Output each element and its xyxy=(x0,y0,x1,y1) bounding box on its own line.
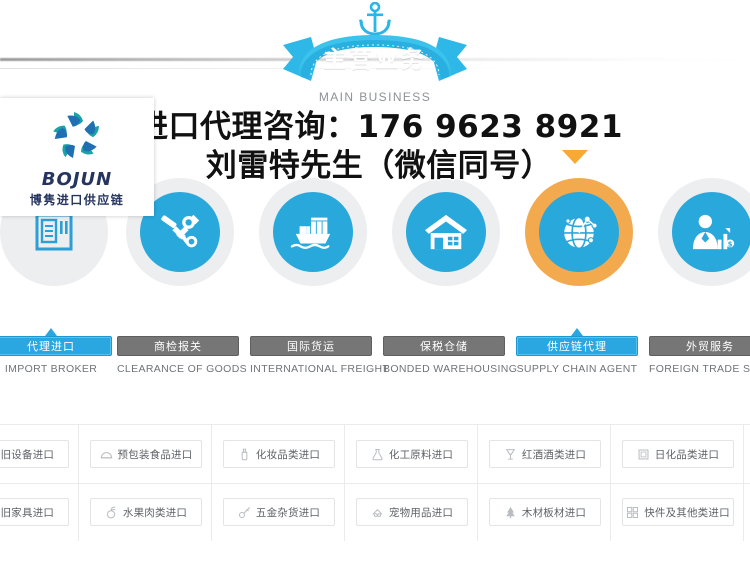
grid-item-prepackaged-food-import[interactable]: 预包装食品进口 xyxy=(90,440,202,468)
grid-item-label: 快件及其他类进口 xyxy=(644,506,730,519)
svg-text:$: $ xyxy=(728,241,733,249)
ribbon-title: 主营业务 xyxy=(323,47,427,73)
grid-item-furniture-import[interactable]: 新旧家具进口 xyxy=(0,498,69,526)
tab-label: 供应链代理 xyxy=(547,340,607,353)
grid-item-label: 新旧家具进口 xyxy=(0,506,55,519)
grid-item-label: 木材板材进口 xyxy=(521,506,587,519)
warehouse-house-icon xyxy=(406,192,486,272)
logo-wordmark: BOJUN xyxy=(41,169,113,190)
tab-caret-icon xyxy=(45,328,57,336)
grid-item-label: 红酒酒类进口 xyxy=(521,448,587,461)
grid-item-equipment-import[interactable]: 新旧设备进口 xyxy=(0,440,69,468)
grid-item-chemical-raw-material-import[interactable]: 化工原料进口 xyxy=(356,440,468,468)
grid-item-label: 预包装食品进口 xyxy=(117,448,193,461)
grid-item-pet-supplies-import[interactable]: 宠物用品进口 xyxy=(356,498,468,526)
ribbon-banner: 主营业务 xyxy=(281,33,469,85)
bojun-pinwheel-logo-icon xyxy=(46,108,108,166)
tab-label-en: IMPORT BROKER xyxy=(4,363,98,375)
bojun-logo-card: BOJUN 博隽进口供应链 xyxy=(0,98,154,216)
fruit-meat-icon xyxy=(105,506,118,519)
grid-item-label: 化妆品类进口 xyxy=(255,448,321,461)
tab-foreign-trade-service[interactable]: 外贸服务 FOREIGN TRADE SERVICE xyxy=(649,336,750,375)
tab-chip[interactable]: 外贸服务 xyxy=(649,336,750,356)
logo-chinese-name: 博隽进口供应链 xyxy=(29,193,125,207)
grid-item-wine-import[interactable]: 红酒酒类进口 xyxy=(489,440,601,468)
grid-column: 预包装食品进口 水果肉类进口 xyxy=(79,425,212,541)
page-root: 主营业务 MAIN BUSINESS $ 代理进口 IMPORT BROKER … xyxy=(0,0,750,562)
service-circle-freight[interactable] xyxy=(259,178,367,286)
food-package-icon xyxy=(100,448,113,461)
daily-chemical-icon xyxy=(637,448,650,461)
tab-clearance-of-goods[interactable]: 商检报关 CLEARANCE OF GOODS xyxy=(117,336,247,375)
businessman-chart-icon: $ xyxy=(672,192,750,272)
tab-chip[interactable]: 代理进口 xyxy=(0,336,112,356)
grid-item-label: 宠物用品进口 xyxy=(388,506,454,519)
hardware-wrench-icon xyxy=(238,506,251,519)
tab-international-freight[interactable]: 国际货运 INTERNATIONAL FREIGHT xyxy=(250,336,390,375)
cosmetics-bottle-icon xyxy=(238,448,251,461)
tree-wood-icon xyxy=(504,506,517,519)
tab-caret-icon xyxy=(571,328,583,336)
grid-column: 红酒酒类进口 木材板材进口 xyxy=(478,425,611,541)
service-circle-foreign-trade[interactable]: $ xyxy=(658,178,750,286)
grid-column: 化工原料进口 宠物用品进口 xyxy=(345,425,478,541)
tab-label-en: FOREIGN TRADE SERVICE xyxy=(649,363,750,375)
tab-chip[interactable]: 商检报关 xyxy=(117,336,239,356)
grid-column: 化妆品类进口 五金杂货进口 xyxy=(212,425,345,541)
tab-label-en: CLEARANCE OF GOODS xyxy=(117,363,247,375)
grid-item-cosmetics-import[interactable]: 化妆品类进口 xyxy=(223,440,335,468)
grid-item-label: 新旧设备进口 xyxy=(0,448,55,461)
masthead-subtitle: MAIN BUSINESS xyxy=(318,90,432,104)
grid-item-label: 水果肉类进口 xyxy=(122,506,188,519)
grid-item-timber-import[interactable]: 木材板材进口 xyxy=(489,498,601,526)
grid-item-daily-chemical-import[interactable]: 日化品类进口 xyxy=(622,440,734,468)
tab-label-en: SUPPLY CHAIN AGENT xyxy=(516,363,638,375)
category-tab-row: 代理进口 IMPORT BROKER 商检报关 CLEARANCE OF GOO… xyxy=(0,328,750,388)
tab-label: 国际货运 xyxy=(287,340,335,353)
import-category-grid: 新旧设备进口 新旧家具进口 xyxy=(0,424,750,541)
tab-chip[interactable]: 供应链代理 xyxy=(516,336,638,356)
grid-item-label: 五金杂货进口 xyxy=(255,506,321,519)
anchor-icon xyxy=(355,1,395,36)
chemical-flask-icon xyxy=(371,448,384,461)
grid-column: 新旧设备进口 新旧家具进口 xyxy=(0,425,79,541)
service-circle-supply-chain-agent[interactable] xyxy=(525,178,633,286)
service-circle-warehousing[interactable] xyxy=(392,178,500,286)
tab-bonded-warehousing[interactable]: 保税仓储 BONDED WAREHOUSING xyxy=(383,336,518,375)
grid-item-hardware-import[interactable]: 五金杂货进口 xyxy=(223,498,335,526)
grid-column: 日化品类进口 快件及其他类进口 xyxy=(611,425,744,541)
grid-item-label: 化工原料进口 xyxy=(388,448,454,461)
selected-service-caret-icon xyxy=(562,150,588,164)
grid-item-fruit-meat-import[interactable]: 水果肉类进口 xyxy=(90,498,202,526)
tab-supply-chain-agent[interactable]: 供应链代理 SUPPLY CHAIN AGENT xyxy=(516,328,638,375)
tab-label-en: BONDED WAREHOUSING xyxy=(383,363,518,375)
pet-icon xyxy=(371,506,384,519)
tab-import-broker[interactable]: 代理进口 IMPORT BROKER xyxy=(0,328,112,375)
parcel-grid-icon xyxy=(626,506,639,519)
tab-label: 代理进口 xyxy=(27,340,75,353)
tab-label: 商检报关 xyxy=(154,340,202,353)
globe-network-icon xyxy=(539,192,619,272)
container-ship-icon xyxy=(273,192,353,272)
wine-glass-icon xyxy=(504,448,517,461)
tab-chip[interactable]: 保税仓储 xyxy=(383,336,505,356)
tab-label: 外贸服务 xyxy=(686,340,734,353)
grid-item-label: 日化品类进口 xyxy=(654,448,720,461)
tab-chip[interactable]: 国际货运 xyxy=(250,336,372,356)
tab-label: 保税仓储 xyxy=(420,340,468,353)
grid-item-parcel-other-import[interactable]: 快件及其他类进口 xyxy=(622,498,734,526)
tab-label-en: INTERNATIONAL FREIGHT xyxy=(250,363,390,375)
masthead: 主营业务 MAIN BUSINESS xyxy=(0,0,750,112)
